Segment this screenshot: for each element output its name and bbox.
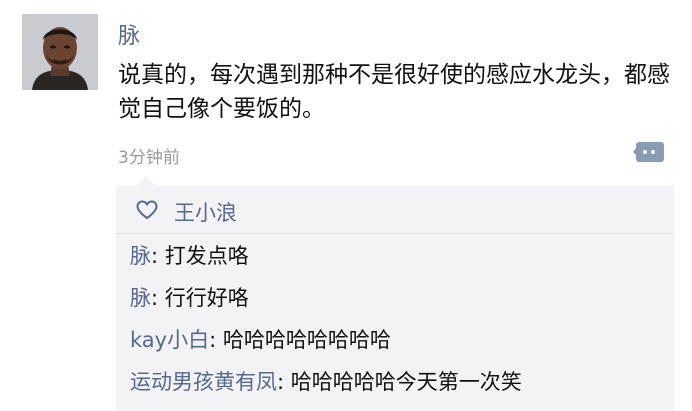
comment-author[interactable]: 脉 bbox=[130, 244, 151, 268]
comment-text: 哈哈哈哈哈哈哈哈 bbox=[222, 328, 391, 352]
comment-button[interactable] bbox=[633, 139, 667, 167]
comment-row[interactable]: 脉: 行行好咯 bbox=[130, 284, 249, 312]
comment-text: 打发点咯 bbox=[164, 244, 249, 268]
comment-separator: : bbox=[209, 328, 223, 352]
comment-author[interactable]: 运动男孩黄有凤 bbox=[130, 370, 277, 394]
comment-row[interactable]: 脉: 打发点咯 bbox=[130, 242, 249, 270]
post-content: 说真的，每次遇到那种不是很好使的感应水龙头，都感觉自己像个要饭的。 bbox=[118, 62, 670, 122]
panel-arrow bbox=[136, 176, 156, 186]
comment-separator: : bbox=[151, 244, 165, 268]
comment-text: 行行好咯 bbox=[164, 286, 249, 310]
comment-text: 哈哈哈哈哈今天第一次笑 bbox=[290, 370, 522, 394]
comment-separator: : bbox=[151, 286, 165, 310]
avatar-photo bbox=[22, 14, 98, 90]
comment-author[interactable]: 脉 bbox=[130, 286, 151, 310]
comment-separator: : bbox=[277, 370, 291, 394]
comment-bubble-icon bbox=[633, 142, 664, 162]
likes-row: 王小浪 bbox=[116, 186, 674, 234]
interaction-panel: 王小浪 脉: 打发点咯 脉: 行行好咯 kay小白: 哈哈哈哈哈哈哈哈 运动男孩… bbox=[116, 186, 674, 411]
post-timestamp: 3分钟前 bbox=[118, 148, 180, 168]
heart-outline-icon bbox=[136, 200, 158, 220]
liker-name[interactable]: 王小浪 bbox=[174, 197, 237, 227]
comment-row[interactable]: kay小白: 哈哈哈哈哈哈哈哈 bbox=[130, 326, 391, 354]
avatar[interactable] bbox=[22, 14, 98, 90]
post-author[interactable]: 脉 bbox=[118, 18, 141, 50]
comment-row[interactable]: 运动男孩黄有凤: 哈哈哈哈哈今天第一次笑 bbox=[130, 368, 522, 396]
comment-author[interactable]: kay小白 bbox=[130, 328, 209, 352]
